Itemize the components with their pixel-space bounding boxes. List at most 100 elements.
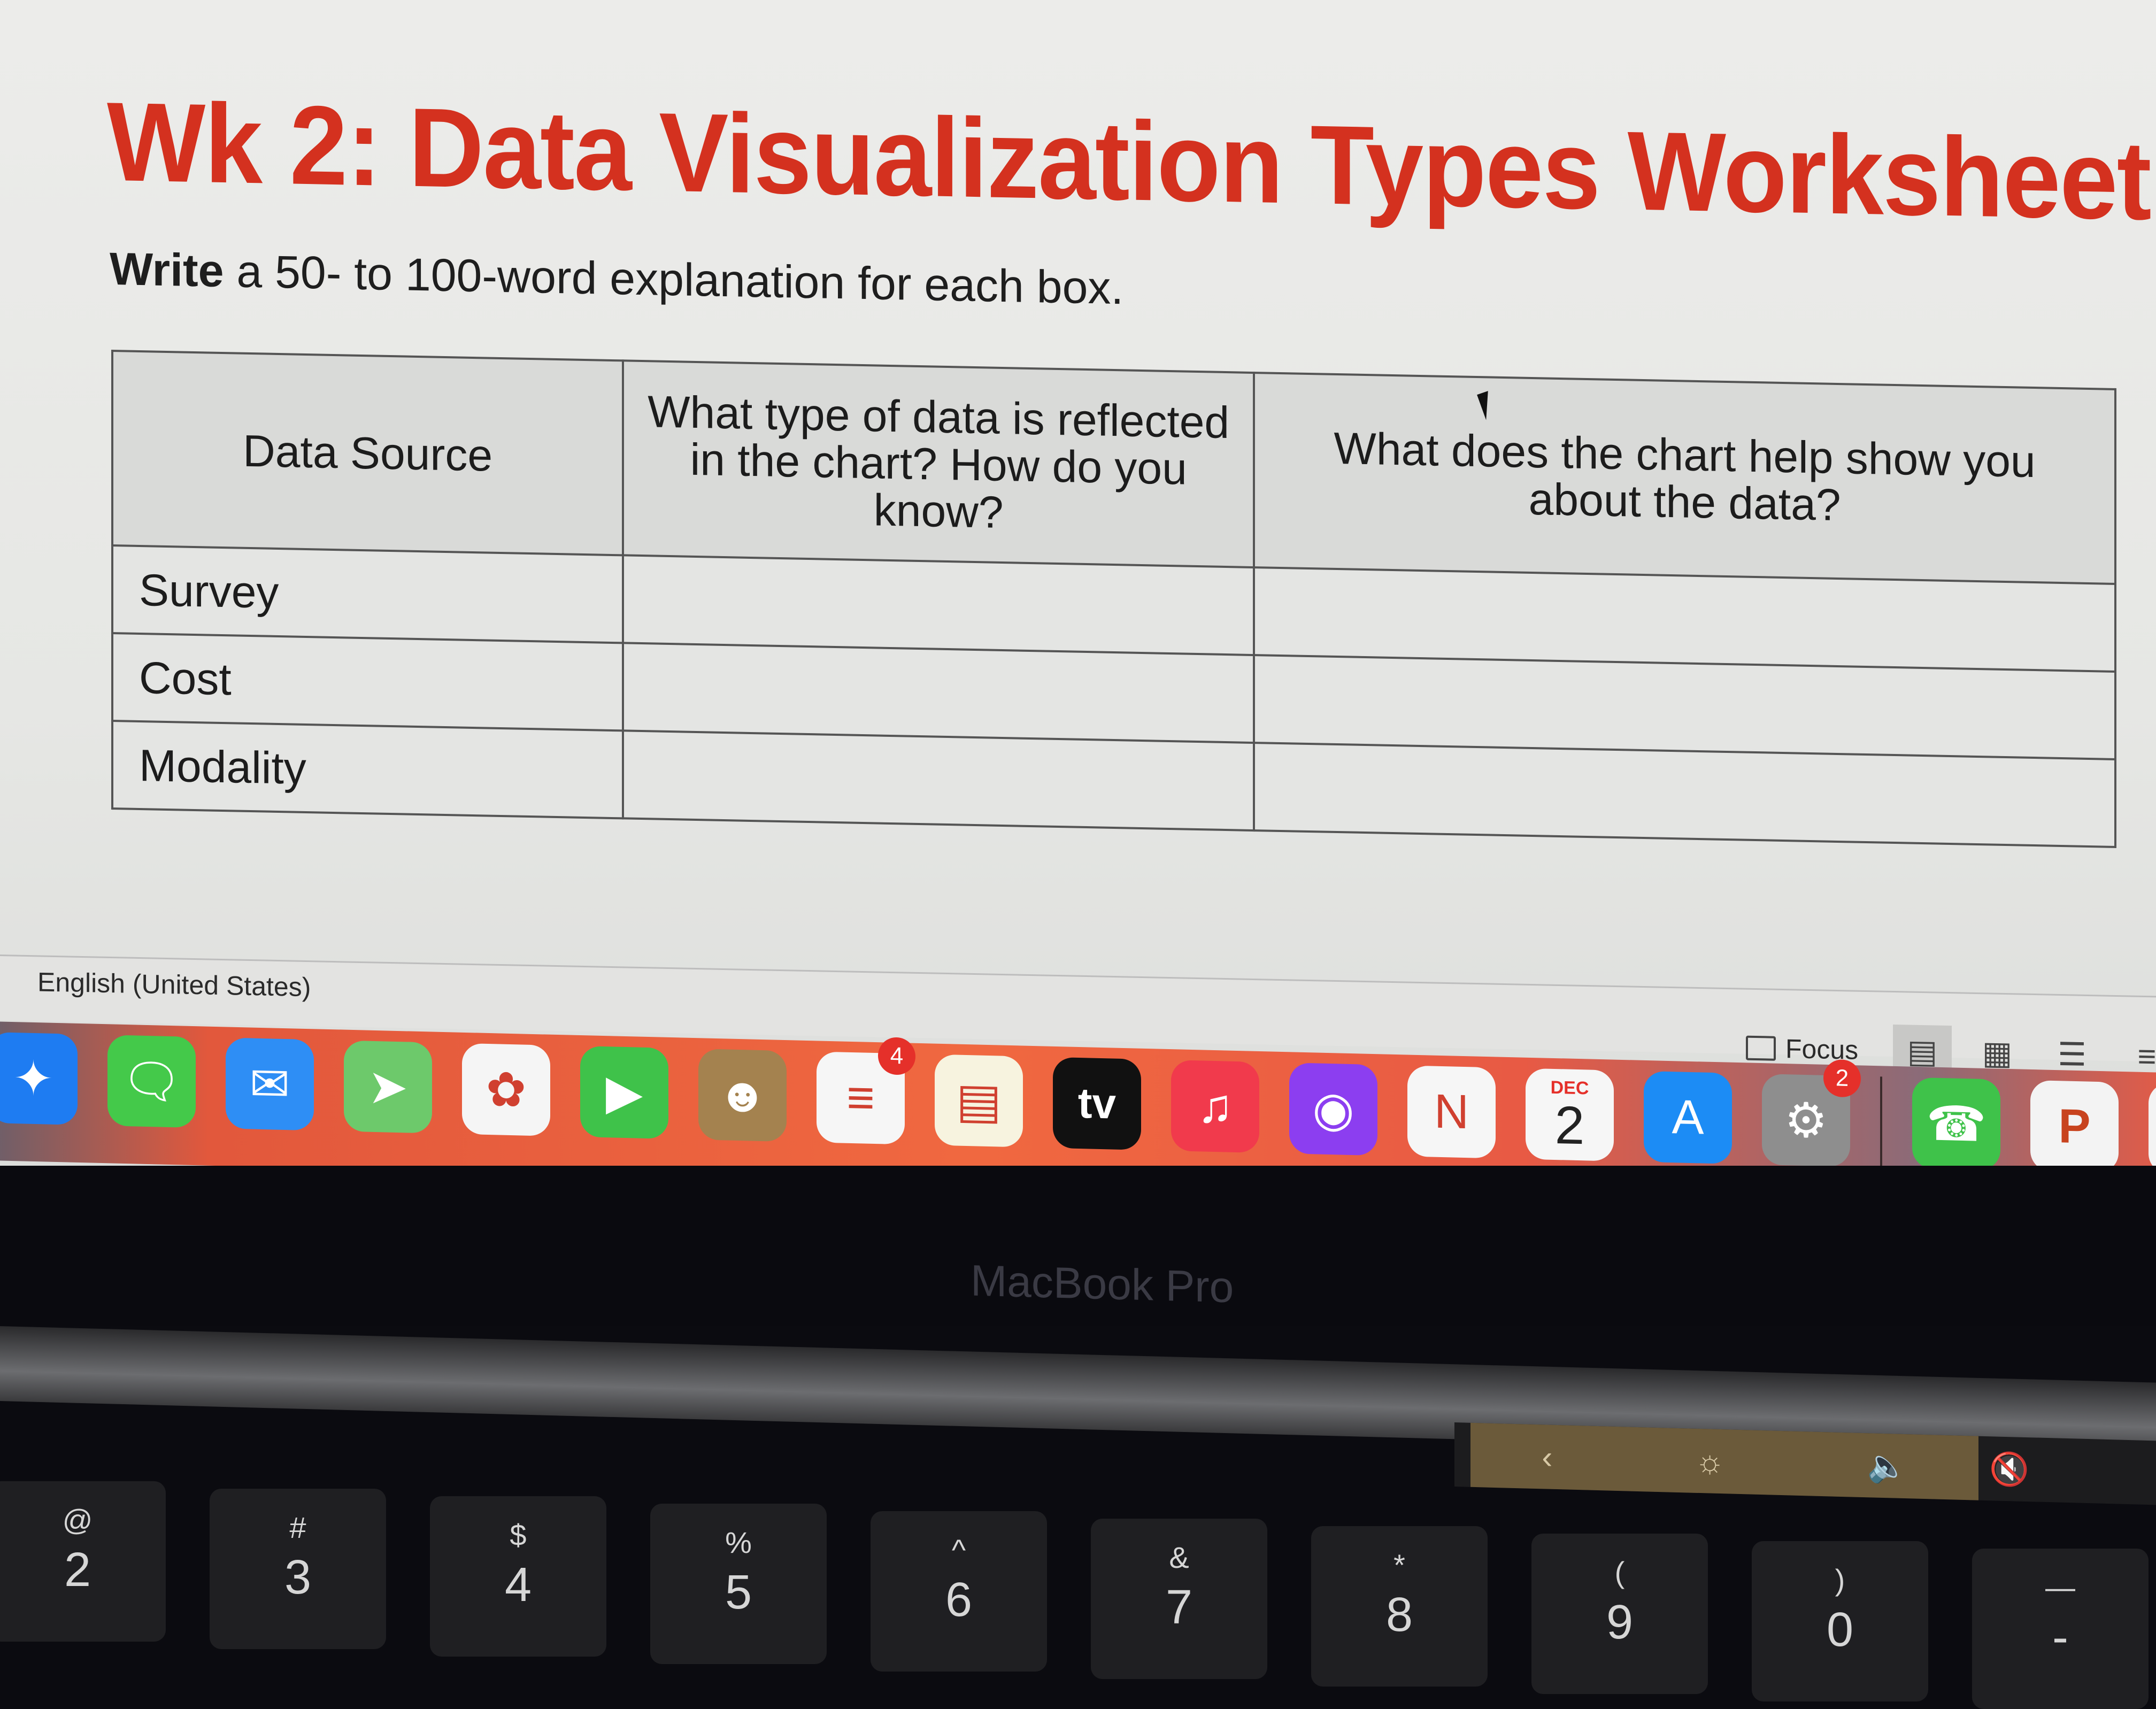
calendar-icon: DEC 2	[1550, 1077, 1589, 1156]
apple-tv-icon: tv	[1077, 1079, 1116, 1128]
dock-app-news[interactable]: N	[1407, 1065, 1496, 1159]
dock-app-reminders[interactable]: ≡ 4	[817, 1037, 915, 1145]
draft-icon: ≡	[2137, 1038, 2156, 1074]
map-icon: ➤	[367, 1060, 409, 1114]
dock-app-safari[interactable]: ✦	[0, 1032, 78, 1125]
key-8[interactable]: * 8	[1311, 1526, 1488, 1687]
key-shift-symbol: (	[1614, 1556, 1625, 1589]
row-source-cell[interactable]: Survey	[112, 545, 623, 643]
key-main-symbol: -	[2052, 1611, 2068, 1664]
dock-app-app-store[interactable]: A	[1644, 1071, 1732, 1164]
type-of-data-cell[interactable]	[623, 643, 1254, 743]
key-3[interactable]: #3	[210, 1489, 386, 1649]
keyboard-number-row: @2 #3 $4% 5 ^ 6 & 7 * 8(9) 0— -	[0, 1481, 2156, 1709]
chevron-left-icon[interactable]: ‹	[1542, 1438, 1552, 1476]
dock-app-system-preferences[interactable]: ⚙ 2	[1762, 1059, 1861, 1167]
key-main-symbol: 5	[725, 1566, 752, 1619]
worksheet-table: Data Source What type of data is reflect…	[111, 350, 2116, 848]
dock-app-calendar[interactable]: DEC 2	[1526, 1068, 1614, 1161]
dock-app-mail[interactable]: ✉	[226, 1037, 314, 1131]
chart-shows-cell[interactable]	[1254, 567, 2115, 672]
whatsapp-icon: ☎	[1926, 1096, 1986, 1152]
powerpoint-icon: P	[2058, 1099, 2091, 1154]
person-icon: ☻	[717, 1067, 768, 1122]
row-source-cell[interactable]: Cost	[112, 633, 623, 731]
music-note-icon: ♫	[1197, 1079, 1234, 1134]
worksheet-title: Wk 2: Data Visualization Types Worksheet	[107, 78, 2151, 244]
instructions: Write a 50- to 100-word explanation for …	[110, 243, 1123, 315]
dock-app-whatsapp[interactable]: ☎	[1912, 1077, 2000, 1171]
table-header-row: Data Source What type of data is reflect…	[112, 351, 2115, 584]
key-shift-symbol: $	[510, 1518, 527, 1552]
flower-icon: ✿	[486, 1063, 527, 1118]
brightness-icon[interactable]: ☼	[1695, 1442, 1724, 1480]
checklist-icon: ≡	[846, 1071, 875, 1125]
news-icon: N	[1434, 1084, 1469, 1139]
notification-badge: 4	[878, 1037, 915, 1075]
screen: Wk 2: Data Visualization Types Worksheet…	[0, 0, 2156, 1176]
print-layout-icon: ▤	[1907, 1033, 1938, 1070]
key-main-symbol: 2	[64, 1543, 91, 1597]
speech-bubble-icon: 🗨	[121, 1054, 182, 1109]
dock-app-tv[interactable]: tv	[1053, 1057, 1141, 1150]
header-type-of-data: What type of data is reflected in the ch…	[623, 360, 1254, 568]
key-9[interactable]: (9	[1531, 1534, 1708, 1694]
chart-shows-cell[interactable]	[1254, 655, 2115, 759]
row-source-cell[interactable]: Modality	[112, 721, 623, 819]
key-main-symbol: 4	[504, 1558, 532, 1612]
key-main-symbol: 0	[1826, 1603, 1854, 1657]
dock-app-music[interactable]: ♫	[1171, 1060, 1259, 1178]
key-shift-symbol: #	[289, 1511, 306, 1544]
key-main-symbol: 7	[1165, 1581, 1193, 1634]
header-chart-shows: What does the chart help show you about …	[1254, 373, 2115, 584]
key-0[interactable]: ) 0	[1752, 1541, 1928, 1702]
dock-app-powerpoint[interactable]: P	[2030, 1080, 2119, 1198]
gear-icon: ⚙	[1784, 1093, 1828, 1148]
language-indicator[interactable]: English (United States)	[37, 966, 311, 1003]
dock-app-notes[interactable]: ▤	[935, 1054, 1023, 1148]
key-main-symbol: 9	[1606, 1596, 1634, 1649]
key-shift-symbol: —	[2045, 1571, 2075, 1604]
dock-app-messages[interactable]: 🗨	[107, 1035, 196, 1128]
key-2[interactable]: @2	[0, 1481, 166, 1642]
volume-icon[interactable]: 🔈	[1867, 1446, 1907, 1485]
envelope-icon: ✉	[249, 1057, 290, 1112]
dock-app-facetime[interactable]: ▶	[580, 1046, 668, 1139]
key--[interactable]: — -	[1972, 1549, 2149, 1709]
dock-app-photos[interactable]: ✿	[462, 1043, 550, 1136]
outline-icon: ☰	[2058, 1036, 2086, 1073]
web-layout-icon: ▦	[1982, 1035, 2013, 1072]
header-data-source: Data Source	[112, 351, 623, 556]
app-store-icon: A	[1672, 1090, 1704, 1145]
key-shift-symbol: )	[1835, 1563, 1845, 1597]
type-of-data-cell[interactable]	[623, 555, 1254, 656]
dock-separator	[1880, 1076, 1882, 1173]
key-shift-symbol: ^	[951, 1533, 966, 1567]
brand-label: MacBook Pro	[971, 1256, 1234, 1312]
type-of-data-cell[interactable]	[623, 730, 1254, 831]
dock-app-word[interactable]: W	[2149, 1083, 2156, 1176]
chart-shows-cell[interactable]	[1254, 743, 2115, 847]
notification-badge: 2	[1823, 1059, 1861, 1098]
podcast-icon: ◉	[1312, 1082, 1354, 1137]
key-6[interactable]: ^ 6	[871, 1511, 1047, 1672]
key-4[interactable]: $4	[430, 1496, 606, 1657]
key-shift-symbol: *	[1393, 1548, 1405, 1582]
instructions-bold: Write	[110, 243, 224, 297]
dock-app-contacts[interactable]: ☻	[698, 1049, 787, 1142]
dock-app-maps[interactable]: ➤	[344, 1040, 432, 1134]
dock-app-podcasts[interactable]: ◉	[1289, 1063, 1377, 1156]
key-main-symbol: 3	[284, 1551, 312, 1604]
key-5[interactable]: % 5	[650, 1504, 827, 1664]
key-shift-symbol: %	[725, 1526, 752, 1559]
key-7[interactable]: & 7	[1091, 1519, 1267, 1679]
key-shift-symbol: &	[1169, 1541, 1189, 1574]
video-camera-icon: ▶	[605, 1065, 643, 1120]
key-main-symbol: 8	[1385, 1588, 1413, 1642]
compass-icon: ✦	[13, 1051, 54, 1106]
notepad-icon: ▤	[956, 1074, 1002, 1129]
focus-icon	[1746, 1035, 1776, 1061]
document-page: Wk 2: Data Visualization Types Worksheet…	[0, 0, 2156, 993]
instructions-text: a 50- to 100-word explanation for each b…	[224, 245, 1124, 314]
key-main-symbol: 6	[945, 1573, 973, 1627]
